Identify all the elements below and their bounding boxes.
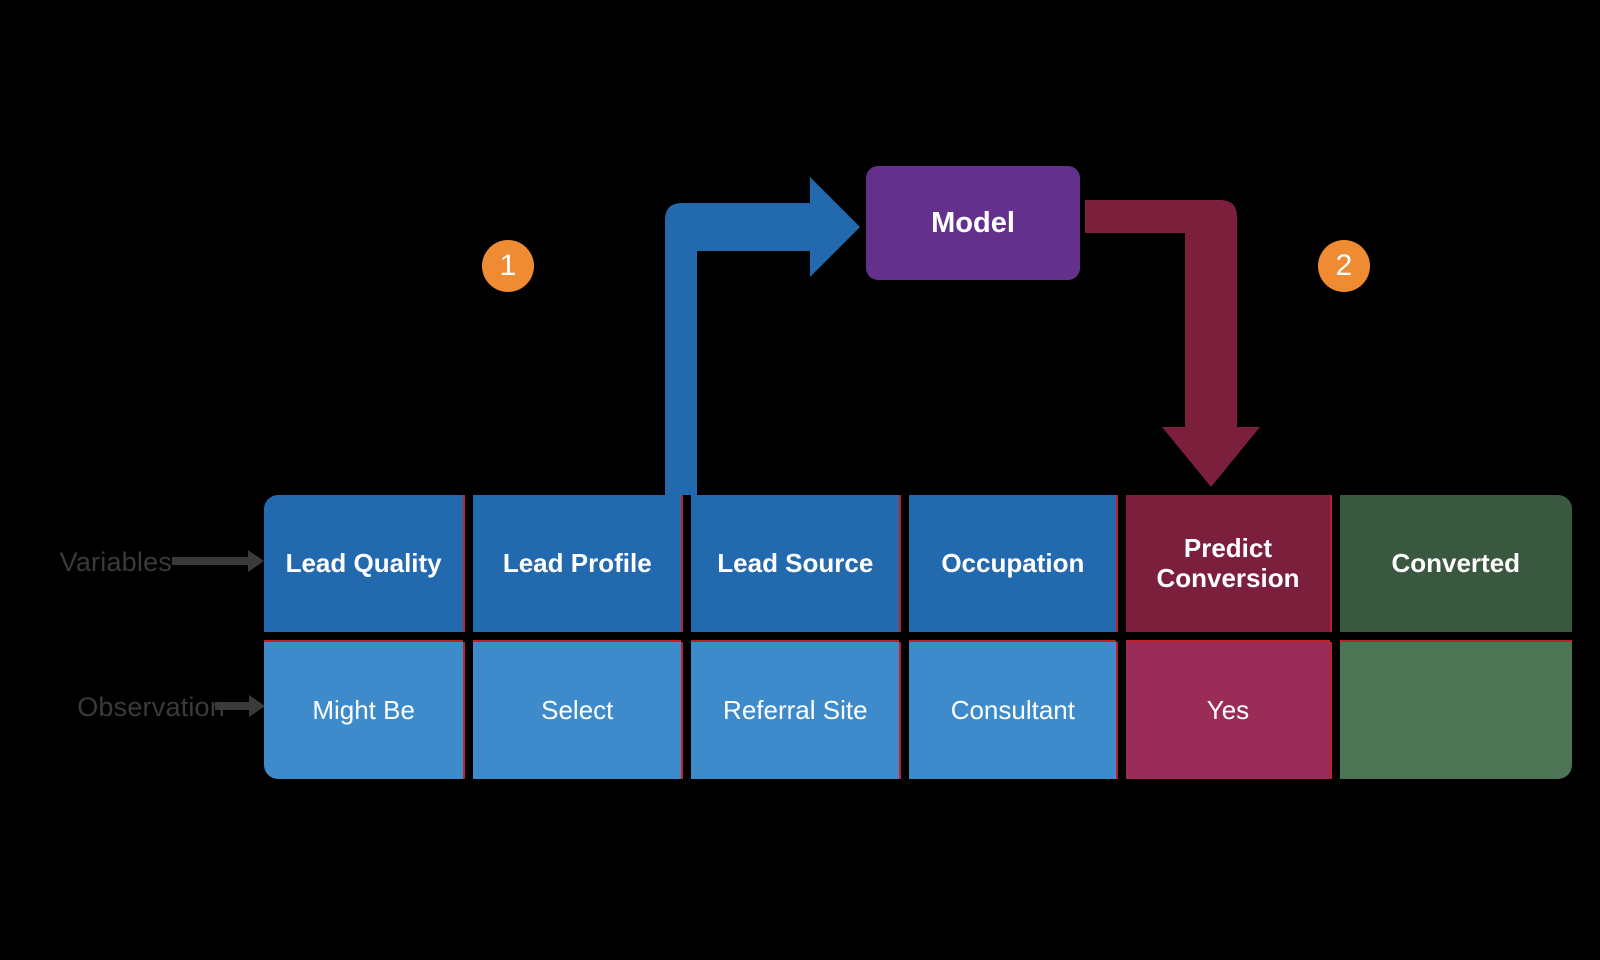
table-row-observation: Might Be Select Referral Site Consultant… bbox=[264, 640, 1573, 779]
model-box[interactable]: Model bbox=[866, 166, 1080, 280]
step-badge-1: 1 bbox=[482, 240, 534, 292]
value-cell-predict-conversion[interactable]: Yes bbox=[1126, 640, 1332, 779]
step-badge-2: 2 bbox=[1318, 240, 1370, 292]
value-cell-lead-quality[interactable]: Might Be bbox=[264, 640, 466, 779]
value-cell-lead-source-label: Referral Site bbox=[723, 694, 868, 725]
header-cell-occupation[interactable]: Occupation bbox=[909, 495, 1119, 632]
value-cell-occupation[interactable]: Consultant bbox=[909, 640, 1119, 779]
variables-row-label: Variables bbox=[59, 547, 172, 577]
header-cell-converted-label: Converted bbox=[1391, 547, 1521, 578]
table-row-variables: Lead Quality Lead Profile Lead Source Oc… bbox=[264, 495, 1572, 632]
header-cell-lead-quality-label: Lead Quality bbox=[285, 547, 442, 578]
variables-to-model-arrow-icon bbox=[665, 177, 860, 495]
step-badge-1-number: 1 bbox=[499, 249, 517, 282]
value-cell-lead-quality-label: Might Be bbox=[312, 694, 415, 725]
header-cell-lead-quality[interactable]: Lead Quality bbox=[264, 495, 466, 632]
header-cell-occupation-label: Occupation bbox=[941, 547, 1085, 578]
value-cell-lead-profile[interactable]: Select bbox=[473, 640, 684, 779]
header-cell-lead-profile[interactable]: Lead Profile bbox=[473, 495, 684, 632]
value-cell-converted[interactable] bbox=[1339, 640, 1573, 779]
model-box-label: Model bbox=[931, 206, 1015, 239]
value-cell-lead-profile-label: Select bbox=[541, 694, 614, 725]
observation-pointer-line bbox=[215, 702, 251, 710]
variables-pointer-line bbox=[172, 557, 250, 565]
header-cell-predict-conversion-label: Predict Conversion bbox=[1156, 532, 1300, 593]
value-cell-occupation-label: Consultant bbox=[950, 694, 1075, 725]
header-cell-lead-source-label: Lead Source bbox=[717, 547, 874, 578]
header-cell-converted[interactable]: Converted bbox=[1339, 495, 1572, 632]
variables-pointer-arrow-icon bbox=[248, 550, 264, 572]
value-cell-predict-conversion-label: Yes bbox=[1206, 694, 1250, 725]
header-cell-lead-profile-label: Lead Profile bbox=[502, 547, 652, 578]
header-cell-predict-conversion[interactable]: Predict Conversion bbox=[1126, 495, 1332, 632]
diagram-canvas: Variables Observation Model 1 2 Lead Qua… bbox=[0, 0, 1600, 960]
value-cell-lead-source[interactable]: Referral Site bbox=[691, 640, 902, 779]
observation-row-label: Observation bbox=[77, 692, 225, 722]
header-cell-lead-source[interactable]: Lead Source bbox=[691, 495, 902, 632]
model-to-prediction-arrow-icon bbox=[1085, 200, 1260, 487]
observation-pointer-arrow-icon bbox=[249, 695, 265, 717]
step-badge-2-number: 2 bbox=[1335, 249, 1353, 282]
data-table: Lead Quality Lead Profile Lead Source Oc… bbox=[264, 495, 1573, 779]
